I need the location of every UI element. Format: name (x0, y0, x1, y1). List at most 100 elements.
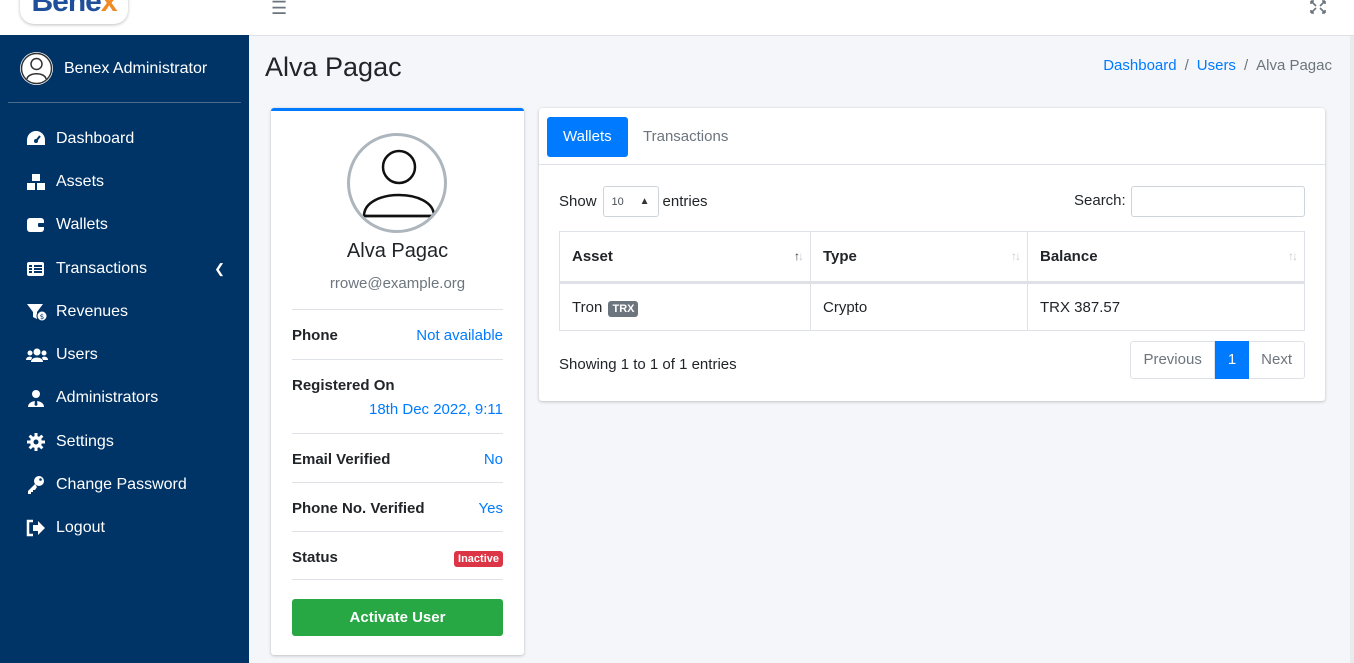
asset-name: Tron (572, 298, 603, 316)
breadcrumb: Dashboard / Users / Alva Pagac (1103, 57, 1332, 74)
column-header-label: Type (823, 248, 857, 265)
sidebar-item-revenues[interactable]: $ Revenues (0, 290, 249, 333)
column-header-label: Asset (572, 248, 613, 265)
phone-label: Phone (292, 327, 338, 344)
scrollbar[interactable] (1350, 36, 1354, 663)
profile-name: Alva Pagac (346, 240, 449, 262)
brand-name-accent: x (100, 0, 118, 18)
status-label: Status (292, 549, 338, 566)
search-input[interactable] (1131, 186, 1305, 217)
tab-transactions[interactable]: Transactions (627, 117, 744, 157)
breadcrumb-separator: / (1184, 57, 1189, 74)
phone-value: Not available (416, 327, 503, 344)
previous-button[interactable]: Previous (1130, 341, 1215, 379)
sidebar-item-dashboard[interactable]: Dashboard (0, 117, 249, 160)
phone-verified-value: Yes (478, 500, 503, 517)
sign-out-icon (26, 518, 48, 538)
user-tie-icon (26, 388, 48, 408)
wallets-card: Wallets Transactions Show 10 ▲︎ entries … (539, 108, 1325, 401)
tab-wallets[interactable]: Wallets (547, 117, 628, 157)
sidebar-item-settings[interactable]: Settings (0, 420, 249, 463)
funnel-dollar-icon: $ (26, 302, 48, 322)
sidebar-item-label: Dashboard (56, 129, 135, 147)
column-header-asset[interactable]: Asset ↑↓ (559, 231, 811, 284)
ticker-badge: TRX (608, 300, 639, 317)
profile-info-list: Phone Not available Registered On 18th D… (292, 309, 503, 580)
breadcrumb-users[interactable]: Users (1197, 57, 1236, 74)
sidebar-item-wallets[interactable]: Wallets (0, 204, 249, 247)
sidebar-item-assets[interactable]: Assets (0, 160, 249, 203)
sort-icon: ↑↓ (1011, 249, 1021, 263)
cell-asset: Tron TRX (559, 282, 811, 331)
registered-label: Registered On (292, 377, 395, 394)
brand-logo[interactable]: Benex (20, 0, 128, 24)
top-navbar: ☰ (249, 0, 1354, 36)
card-header: Wallets Transactions (539, 108, 1325, 165)
profile-email: rrowe@example.org (329, 275, 466, 292)
sidebar-item-label: Users (56, 346, 98, 364)
sidebar-item-users[interactable]: Users (0, 333, 249, 376)
sort-updown-icon: ▲︎ (639, 196, 650, 207)
entries-select[interactable]: 10 ▲︎ (602, 186, 659, 217)
users-icon (26, 345, 48, 365)
table-header-row: Asset ↑↓ Type ↑↓ Balance ↑↓ (559, 231, 1305, 284)
column-header-balance[interactable]: Balance ↑↓ (1027, 231, 1305, 284)
sidebar-user-name[interactable]: Benex Administrator (64, 60, 207, 78)
entries-select-value: 10 (611, 195, 624, 208)
sidebar-item-label: Revenues (56, 302, 129, 320)
info-row-email-verified: Email Verified No (292, 433, 503, 482)
fullscreen-icon[interactable] (1310, 0, 1326, 18)
activate-user-button[interactable]: Activate User (292, 599, 503, 636)
sidebar-item-label: Settings (56, 432, 114, 450)
entries-label: entries (662, 193, 708, 210)
search-label: Search: (1074, 192, 1126, 209)
avatar (20, 52, 53, 85)
cell-type: Crypto (810, 282, 1028, 331)
page-title: Alva Pagac (265, 52, 402, 82)
sidebar-item-transactions[interactable]: Transactions ❮ (0, 247, 249, 290)
page-1-button[interactable]: 1 (1214, 341, 1250, 379)
table-info: Showing 1 to 1 of 1 entries (559, 356, 737, 373)
sort-asc-icon: ↑↓ (794, 249, 804, 263)
sidebar-nav: Dashboard Assets Wallets Transactions ❮ … (0, 117, 249, 550)
wallets-table: Asset ↑↓ Type ↑↓ Balance ↑↓ Tron TRX Crypto… (559, 231, 1305, 331)
info-row-phone-verified: Phone No. Verified Yes (292, 482, 503, 531)
chevron-left-icon: ❮ (214, 260, 225, 276)
info-row-registered: Registered On 18th Dec 2022, 9:11 (292, 359, 503, 433)
gear-icon (26, 432, 48, 452)
sidebar-item-logout[interactable]: Logout (0, 507, 249, 550)
key-icon (26, 475, 48, 495)
sidebar: Benex Benex Administrator Dashboard Asse… (0, 0, 249, 663)
show-entries-control: Show 10 ▲︎ entries (559, 186, 708, 217)
sidebar-item-administrators[interactable]: Administrators (0, 377, 249, 420)
info-row-phone: Phone Not available (292, 309, 503, 359)
breadcrumb-separator: / (1243, 57, 1249, 74)
sidebar-item-change-password[interactable]: Change Password (0, 463, 249, 506)
cell-balance: TRX 387.57 (1027, 282, 1305, 331)
list-icon (26, 259, 48, 279)
user-panel[interactable]: Benex Administrator (8, 35, 241, 103)
breadcrumb-current: Alva Pagac (1256, 57, 1332, 74)
profile-avatar (347, 133, 447, 233)
next-button[interactable]: Next (1249, 341, 1305, 379)
table-row: Tron TRX Crypto TRX 387.57 (559, 282, 1305, 331)
sort-icon: ↑↓ (1288, 249, 1298, 263)
info-row-status: Status Inactive (292, 531, 503, 580)
tachometer-icon (26, 129, 48, 149)
cubes-icon (26, 172, 48, 192)
sidebar-item-label: Change Password (56, 476, 187, 494)
show-label: Show (559, 193, 597, 210)
brand-bar: Benex (0, 0, 249, 35)
sidebar-item-label: Transactions (56, 259, 147, 277)
svg-text:$: $ (40, 313, 44, 321)
sidebar-item-label: Administrators (56, 389, 159, 407)
phone-verified-label: Phone No. Verified (292, 500, 425, 517)
email-verified-label: Email Verified (292, 451, 391, 468)
sidebar-item-label: Logout (56, 519, 105, 537)
registered-value: 18th Dec 2022, 9:11 (369, 401, 503, 418)
column-header-type[interactable]: Type ↑↓ (810, 231, 1028, 284)
sidebar-item-label: Assets (56, 172, 105, 190)
breadcrumb-dashboard[interactable]: Dashboard (1103, 57, 1176, 74)
column-header-label: Balance (1040, 248, 1098, 265)
hamburger-menu-icon[interactable]: ☰ (271, 0, 287, 17)
